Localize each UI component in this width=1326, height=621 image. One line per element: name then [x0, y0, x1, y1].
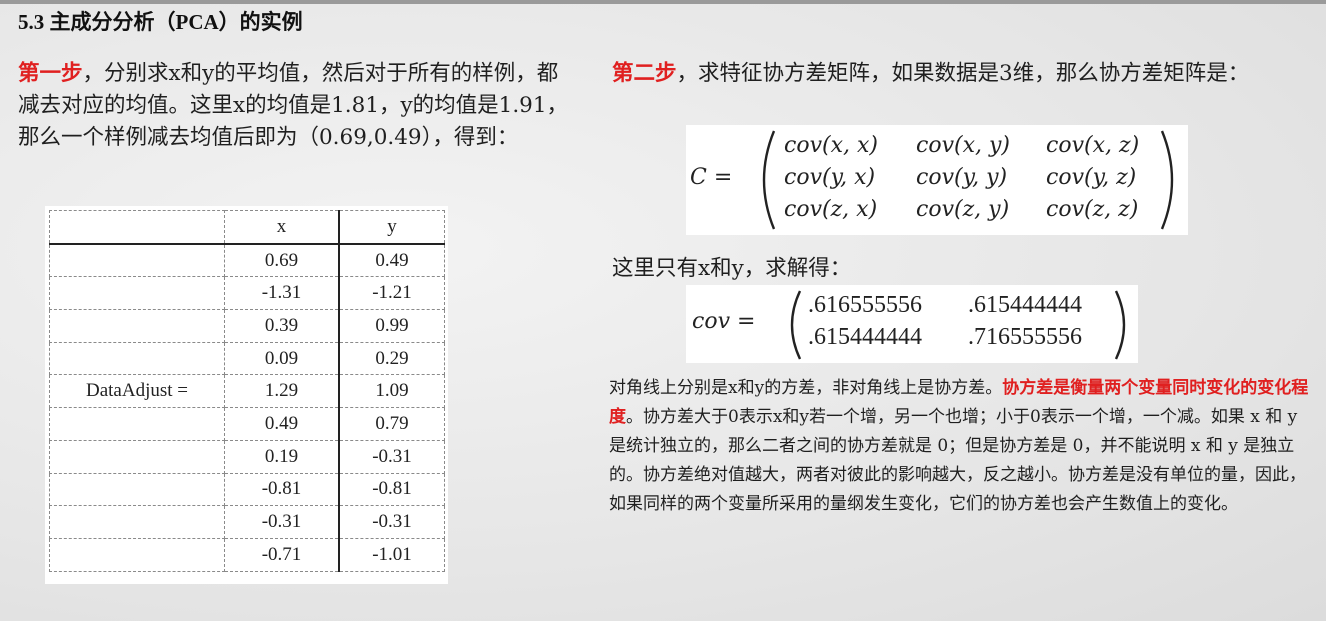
matrix-cell: cov(y, x): [784, 165, 876, 190]
cell-y: 0.79: [338, 407, 445, 441]
matrix-cell: cov(z, y): [916, 197, 1010, 222]
table-row: 0.19 -0.31: [49, 439, 445, 474]
matrix-cell: cov(y, z): [1046, 165, 1137, 190]
cell-y: 0.49: [338, 243, 445, 278]
right-paren-icon: [1114, 290, 1126, 360]
cell-x: -0.81: [224, 472, 340, 507]
table-row: 0.69 0.49: [49, 243, 445, 278]
cell-x: -0.71: [224, 537, 340, 572]
table-header-y: y: [338, 209, 445, 245]
cell-x: 0.49: [224, 407, 340, 441]
matrix-cell: .716555556: [968, 324, 1082, 350]
data-adjust-label: DataAdjust =: [49, 374, 225, 409]
step2-paragraph: 第二步，求特征协方差矩阵，如果数据是3维，那么协方差矩阵是：: [612, 58, 1312, 90]
covariance-explanation: 对角线上分别是x和y的方差，非对角线上是协方差。协方差是衡量两个变量同时变化的变…: [609, 374, 1319, 519]
left-paren-icon: [762, 130, 776, 230]
top-border: [0, 0, 1326, 4]
matrix-cell: .615444444: [968, 292, 1082, 318]
cell-y: -0.81: [338, 472, 445, 507]
table-row: -0.31 -0.31: [49, 505, 445, 539]
table-row: 0.49 0.79: [49, 407, 445, 441]
matrix-cell: .615444444: [808, 324, 922, 350]
cell-y: -0.31: [338, 439, 445, 474]
cell-x: 0.39: [224, 309, 340, 343]
cell-y: 0.99: [338, 309, 445, 343]
table-row: 0.39 0.99: [49, 309, 445, 343]
step2-text: ，求特征协方差矩阵，如果数据是3维，那么协方差矩阵是：: [676, 61, 1250, 86]
step1-label: 第一步: [18, 61, 83, 86]
matrix-cell: cov(x, x): [784, 133, 878, 158]
cell-x: 0.69: [224, 243, 340, 278]
cell-x: 1.29: [224, 374, 340, 409]
matrix-cell: cov(x, y): [916, 133, 1010, 158]
cell-y: 0.29: [338, 341, 445, 376]
data-adjust-table-container: x y 0.69 0.49 -1.31 -1.21 0.39 0.99 0.09 0.2…: [45, 206, 448, 584]
covariance-matrix-formula: C = cov(x, x) cov(x, y) cov(x, z) cov(y,…: [686, 125, 1188, 235]
table-row: DataAdjust = 1.29 1.09: [49, 374, 445, 409]
matrix-cell: .616555556: [808, 292, 922, 318]
matrix-cell: cov(z, z): [1046, 197, 1139, 222]
explanation-post: 。协方差大于0表示x和y若一个增，另一个也增；小于0表示一个增，一个减。如果 x…: [609, 407, 1306, 514]
table-row: -0.81 -0.81: [49, 472, 445, 507]
table-row: -1.31 -1.21: [49, 276, 445, 311]
step2-label: 第二步: [612, 61, 677, 86]
data-adjust-table: x y 0.69 0.49 -1.31 -1.21 0.39 0.99 0.09 0.2…: [49, 209, 445, 572]
cov-matrix-lhs: C =: [690, 165, 733, 190]
table-header-empty: [49, 209, 225, 245]
cell-y: -1.01: [338, 537, 445, 572]
cell-x: -1.31: [224, 276, 340, 311]
cov-result-lhs: cov =: [692, 309, 756, 334]
cell-x: 0.09: [224, 341, 340, 376]
covariance-result-formula: cov = .616555556 .615444444 .615444444 .…: [686, 285, 1138, 363]
only-xy-text: 这里只有x和y，求解得：: [612, 256, 852, 281]
cell-x: 0.19: [224, 439, 340, 474]
table-header-row: x y: [49, 209, 445, 245]
matrix-cell: cov(x, z): [1046, 133, 1140, 158]
table-row: 0.09 0.29: [49, 341, 445, 376]
step1-text: ，分别求x和y的平均值，然后对于所有的样例，都减去对应的均值。这里x的均值是1.…: [18, 61, 569, 150]
right-paren-icon: [1160, 130, 1174, 230]
matrix-cell: cov(z, x): [784, 197, 878, 222]
cell-y: -1.21: [338, 276, 445, 311]
cell-y: 1.09: [338, 374, 445, 409]
matrix-cell: cov(y, y): [916, 165, 1008, 190]
left-paren-icon: [790, 290, 802, 360]
table-row: -0.71 -1.01: [49, 537, 445, 572]
cell-y: -0.31: [338, 505, 445, 539]
slide-title: 5.3 主成分分析（PCA）的实例: [18, 10, 303, 34]
step1-paragraph: 第一步，分别求x和y的平均值，然后对于所有的样例，都减去对应的均值。这里x的均值…: [18, 58, 578, 154]
explanation-pre: 对角线上分别是x和y的方差，非对角线上是协方差。: [609, 378, 1003, 398]
cell-x: -0.31: [224, 505, 340, 539]
table-header-x: x: [224, 209, 340, 245]
